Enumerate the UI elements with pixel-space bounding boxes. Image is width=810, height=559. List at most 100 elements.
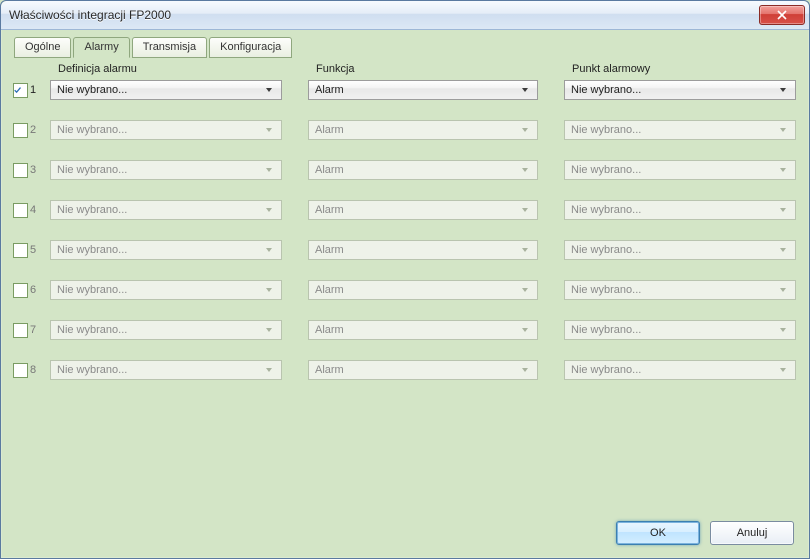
chevron-down-icon: [775, 286, 791, 294]
function-combo[interactable]: Alarm: [308, 80, 538, 100]
definition-combo: Nie wybrano...: [50, 160, 282, 180]
definition-combo: Nie wybrano...: [50, 320, 282, 340]
definition-combo: Nie wybrano...: [50, 120, 282, 140]
chevron-down-icon: [261, 326, 277, 334]
chevron-down-icon: [517, 126, 533, 134]
chevron-down-icon: [261, 246, 277, 254]
definition-combo-value: Nie wybrano...: [57, 284, 261, 296]
point-combo-value: Nie wybrano...: [571, 284, 775, 296]
chevron-down-icon: [517, 366, 533, 374]
point-combo[interactable]: Nie wybrano...: [564, 80, 796, 100]
tab-strip: OgólneAlarmyTransmisjaKonfiguracja: [10, 36, 800, 57]
header-definition: Definicja alarmu: [58, 63, 316, 75]
tab-alarmy[interactable]: Alarmy: [73, 37, 129, 58]
title-bar: Właściwości integracji FP2000: [1, 1, 809, 30]
definition-combo-value: Nie wybrano...: [57, 244, 261, 256]
chevron-down-icon: [775, 326, 791, 334]
function-combo: Alarm: [308, 280, 538, 300]
chevron-down-icon: [517, 246, 533, 254]
function-combo: Alarm: [308, 120, 538, 140]
ok-button-label: OK: [650, 527, 666, 539]
chevron-down-icon: [261, 366, 277, 374]
point-combo-value: Nie wybrano...: [571, 364, 775, 376]
definition-combo-value: Nie wybrano...: [57, 364, 261, 376]
alarm-row: 8 Nie wybrano... Alarm Nie wybrano...: [10, 359, 800, 381]
function-combo-value: Alarm: [315, 164, 517, 176]
chevron-down-icon: [775, 166, 791, 174]
point-combo-value: Nie wybrano...: [571, 324, 775, 336]
chevron-down-icon: [261, 166, 277, 174]
close-button[interactable]: [759, 5, 805, 25]
definition-combo: Nie wybrano...: [50, 240, 282, 260]
tab-konfiguracja[interactable]: Konfiguracja: [209, 37, 292, 58]
alarm-row: 2Nie wybrano...AlarmNie wybrano...: [10, 119, 800, 141]
point-combo: Nie wybrano...: [564, 280, 796, 300]
row-checkbox[interactable]: [13, 203, 28, 218]
row-checkbox[interactable]: [13, 123, 28, 138]
point-combo: Nie wybrano...: [564, 360, 796, 380]
row-index: 1: [30, 84, 44, 96]
alarm-row: 3 Nie wybrano... Alarm Nie wybrano...: [10, 159, 800, 181]
definition-combo-value: Nie wybrano...: [57, 84, 261, 96]
function-combo: Alarm: [308, 160, 538, 180]
point-combo-value: Nie wybrano...: [571, 164, 775, 176]
row-checkbox[interactable]: [13, 283, 28, 298]
point-combo: Nie wybrano...: [564, 240, 796, 260]
function-combo-value: Alarm: [315, 324, 517, 336]
checkbox-cell: [10, 243, 30, 258]
point-combo: Nie wybrano...: [564, 200, 796, 220]
row-checkbox[interactable]: [13, 363, 28, 378]
row-index: 8: [30, 364, 44, 376]
chevron-down-icon: [775, 246, 791, 254]
ok-button[interactable]: OK: [616, 521, 700, 545]
row-checkbox[interactable]: [13, 83, 28, 98]
row-checkbox[interactable]: [13, 243, 28, 258]
dialog-window: Właściwości integracji FP2000 OgólneAlar…: [0, 0, 810, 559]
definition-combo[interactable]: Nie wybrano...: [50, 80, 282, 100]
chevron-down-icon: [261, 206, 277, 214]
checkbox-cell: [10, 283, 30, 298]
alarm-row: 6 Nie wybrano... Alarm Nie wybrano...: [10, 279, 800, 301]
chevron-down-icon: [517, 166, 533, 174]
checkbox-cell: [10, 323, 30, 338]
tab-ogólne[interactable]: Ogólne: [14, 37, 71, 58]
chevron-down-icon: [261, 86, 277, 94]
chevron-down-icon: [517, 326, 533, 334]
row-checkbox[interactable]: [13, 163, 28, 178]
definition-combo-value: Nie wybrano...: [57, 204, 261, 216]
tab-transmisja[interactable]: Transmisja: [132, 37, 207, 58]
checkbox-cell: [10, 363, 30, 378]
row-index: 5: [30, 244, 44, 256]
point-combo: Nie wybrano...: [564, 160, 796, 180]
row-index: 3: [30, 164, 44, 176]
alarm-row: 4Nie wybrano...AlarmNie wybrano...: [10, 199, 800, 221]
chevron-down-icon: [517, 286, 533, 294]
point-combo-value: Nie wybrano...: [571, 124, 775, 136]
definition-combo-value: Nie wybrano...: [57, 324, 261, 336]
chevron-down-icon: [775, 86, 791, 94]
chevron-down-icon: [261, 286, 277, 294]
client-area: OgólneAlarmyTransmisjaKonfiguracja Defin…: [2, 30, 808, 557]
point-combo-value: Nie wybrano...: [571, 244, 775, 256]
definition-combo: Nie wybrano...: [50, 200, 282, 220]
definition-combo: Nie wybrano...: [50, 280, 282, 300]
function-combo-value: Alarm: [315, 124, 517, 136]
function-combo-value: Alarm: [315, 284, 517, 296]
row-index: 6: [30, 284, 44, 296]
chevron-down-icon: [775, 366, 791, 374]
point-combo: Nie wybrano...: [564, 120, 796, 140]
alarm-row: 5 Nie wybrano... Alarm Nie wybrano...: [10, 239, 800, 261]
function-combo-value: Alarm: [315, 244, 517, 256]
alarm-row: 7Nie wybrano...AlarmNie wybrano...: [10, 319, 800, 341]
function-combo: Alarm: [308, 360, 538, 380]
definition-combo: Nie wybrano...: [50, 360, 282, 380]
column-headers: Definicja alarmu Funkcja Punkt alarmowy: [10, 63, 800, 75]
definition-combo-value: Nie wybrano...: [57, 164, 261, 176]
checkbox-cell: [10, 123, 30, 138]
alarm-row: 1 Nie wybrano... Alarm Nie wybrano...: [10, 79, 800, 101]
definition-combo-value: Nie wybrano...: [57, 124, 261, 136]
chevron-down-icon: [517, 206, 533, 214]
checkbox-cell: [10, 203, 30, 218]
row-checkbox[interactable]: [13, 323, 28, 338]
cancel-button[interactable]: Anuluj: [710, 521, 794, 545]
